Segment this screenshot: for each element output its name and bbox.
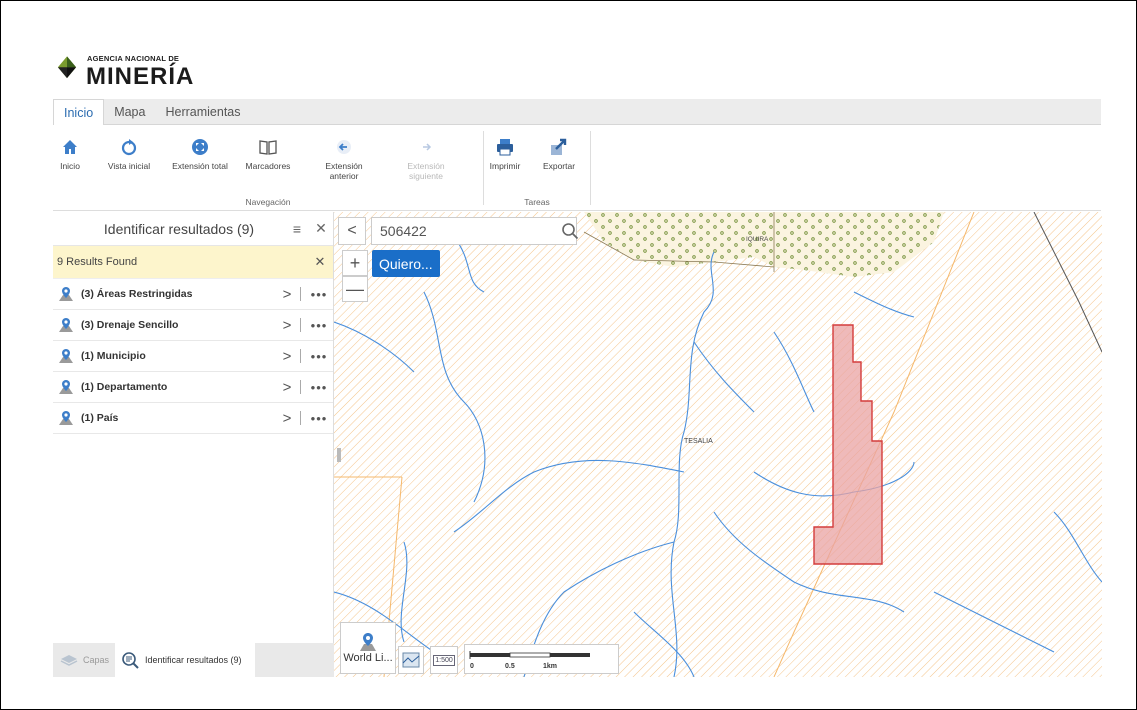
extension-siguiente-button[interactable]: Extensión siguiente xyxy=(403,137,449,181)
imprimir-button[interactable]: Imprimir xyxy=(485,137,525,171)
chevron-right-icon[interactable]: > xyxy=(278,317,296,334)
map-pin-icon xyxy=(53,317,77,333)
search-input[interactable] xyxy=(372,223,561,239)
more-options-icon[interactable]: ••• xyxy=(305,380,333,395)
more-options-icon[interactable]: ••• xyxy=(305,411,333,426)
ribbon-tabs: Inicio Mapa Herramientas xyxy=(53,99,1101,126)
chevron-right-icon[interactable]: > xyxy=(278,348,296,365)
tab-mapa[interactable]: Mapa xyxy=(104,99,155,125)
marcadores-button[interactable]: Marcadores xyxy=(243,137,293,171)
bookmarks-icon xyxy=(259,140,277,155)
arrow-right-icon xyxy=(423,143,432,151)
tasks-group-label: Tareas xyxy=(524,197,550,207)
place-label-iquira: IQUIRA xyxy=(746,236,769,243)
extension-total-button[interactable]: Extensión total xyxy=(167,137,233,171)
panel-header: Identificar resultados (9) ≡ ✕ xyxy=(53,212,333,246)
tab-capas[interactable]: Capas xyxy=(53,643,115,677)
navigation-group: Inicio Vista inicial Extensión total Mar… xyxy=(53,129,483,209)
divider xyxy=(300,380,301,394)
chevron-right-icon[interactable]: > xyxy=(278,286,296,303)
ribbon-toolbar: Inicio Vista inicial Extensión total Mar… xyxy=(53,125,1101,211)
more-options-icon[interactable]: ••• xyxy=(305,349,333,364)
more-options-icon[interactable]: ••• xyxy=(305,318,333,333)
collapse-panel-button[interactable]: < xyxy=(338,217,366,245)
chevron-right-icon[interactable]: > xyxy=(278,410,296,427)
quiero-button[interactable]: Quiero... xyxy=(372,250,440,277)
chevron-right-icon[interactable]: > xyxy=(278,379,296,396)
divider xyxy=(300,287,301,301)
results-found-bar: 9 Results Found ✕ xyxy=(53,246,333,279)
initial-view-icon xyxy=(121,139,137,156)
divider xyxy=(300,411,301,425)
divider xyxy=(300,318,301,332)
tab-identificar-resultados[interactable]: Identificar resultados (9) xyxy=(115,643,256,677)
identify-icon xyxy=(122,652,139,669)
map-pin-icon xyxy=(360,633,376,651)
identify-results-panel: Identificar resultados (9) ≡ ✕ 9 Results… xyxy=(53,212,334,677)
result-row[interactable]: (1) País > ••• xyxy=(53,403,333,434)
map-pin-icon xyxy=(53,379,77,395)
group-divider xyxy=(483,131,484,205)
tasks-group: Imprimir Exportar Tareas xyxy=(485,129,589,209)
zoom-out-button[interactable]: — xyxy=(342,276,368,302)
overview-map-icon xyxy=(402,652,420,668)
app-frame: AGENCIA NACIONAL DE MINERÍA Inicio Mapa … xyxy=(0,0,1137,710)
map-pin-icon xyxy=(53,348,77,364)
clear-results-icon[interactable]: ✕ xyxy=(307,254,333,270)
more-options-icon[interactable]: ••• xyxy=(305,287,333,302)
search-icon[interactable] xyxy=(561,222,579,240)
scale-bar-graphic xyxy=(469,651,590,659)
full-extent-icon xyxy=(192,139,208,155)
arrow-left-icon xyxy=(337,140,351,154)
vista-inicial-button[interactable]: Vista inicial xyxy=(103,137,155,171)
result-row[interactable]: (1) Municipio > ••• xyxy=(53,341,333,372)
tab-inicio[interactable]: Inicio xyxy=(53,99,105,126)
map-view[interactable]: < + — Quiero... IQUIRA TESALIA World Li.… xyxy=(334,212,1102,677)
scale-bar: 0 0.5 1km xyxy=(464,644,619,674)
inicio-button[interactable]: Inicio xyxy=(59,137,81,171)
group-divider xyxy=(590,131,591,205)
zoom-in-button[interactable]: + xyxy=(342,250,368,276)
basemap-button[interactable]: World Li... xyxy=(340,622,396,674)
map-pin-icon xyxy=(53,286,77,302)
panel-footer-tabs: Capas Identificar resultados (9) xyxy=(53,643,334,677)
search-box xyxy=(371,217,579,245)
tab-herramientas[interactable]: Herramientas xyxy=(155,99,250,125)
extension-anterior-button[interactable]: Extensión anterior xyxy=(321,137,367,181)
export-icon xyxy=(551,138,567,155)
overview-map-button[interactable] xyxy=(398,646,424,674)
exportar-button[interactable]: Exportar xyxy=(537,137,581,171)
place-label-tesalia: TESALIA xyxy=(684,438,713,445)
result-row[interactable]: (1) Departamento > ••• xyxy=(53,372,333,403)
home-icon xyxy=(63,140,77,154)
close-icon[interactable]: ✕ xyxy=(309,220,333,237)
result-row[interactable]: (3) Drenaje Sencillo > ••• xyxy=(53,310,333,341)
result-row[interactable]: (3) Áreas Restringidas > ••• xyxy=(53,279,333,310)
navigation-group-label: Navegación xyxy=(245,197,291,207)
agency-logo xyxy=(57,53,83,87)
printer-icon xyxy=(497,139,513,156)
logo-title: MINERÍA xyxy=(86,63,195,90)
map-canvas xyxy=(334,212,1102,677)
divider xyxy=(300,349,301,363)
results-found-text: 9 Results Found xyxy=(57,256,138,268)
layers-icon xyxy=(60,655,78,666)
scale-button[interactable]: 1:500 xyxy=(430,646,458,674)
logo-subtitle: AGENCIA NACIONAL DE xyxy=(87,54,180,63)
logo-diamond-icon xyxy=(57,56,77,79)
panel-title: Identificar resultados (9) xyxy=(103,220,255,237)
map-pin-icon xyxy=(53,410,77,426)
menu-icon[interactable]: ≡ xyxy=(285,221,309,237)
